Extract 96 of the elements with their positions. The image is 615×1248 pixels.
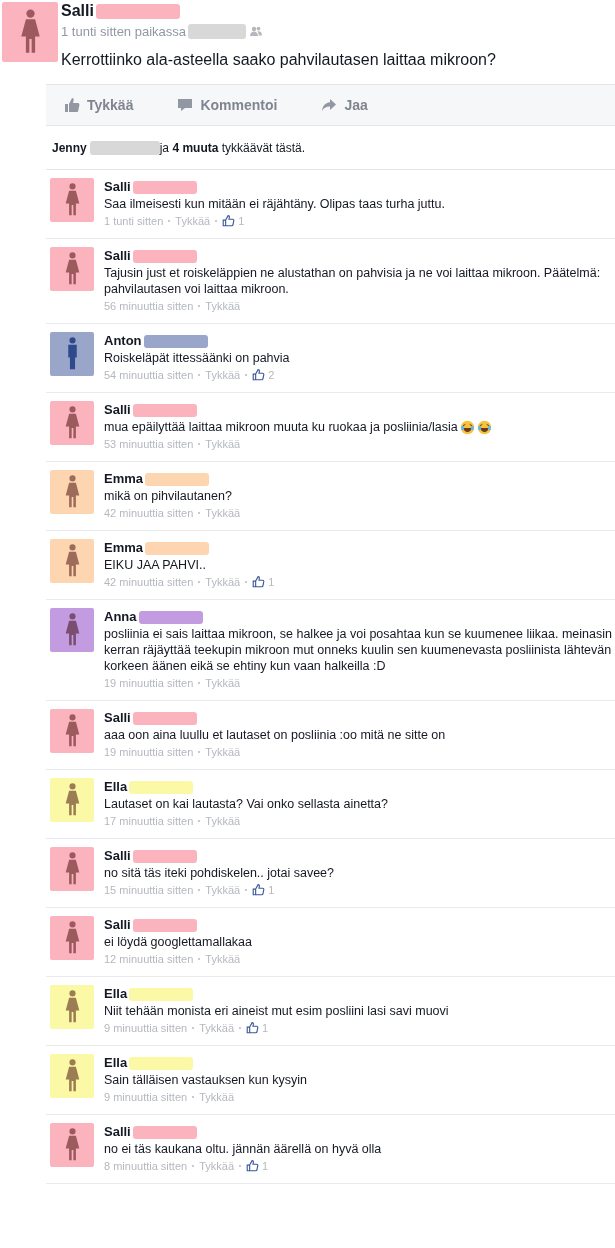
like-count: 1 <box>268 574 275 590</box>
thumbs-up-icon <box>222 214 236 227</box>
thumbs-up-icon <box>252 368 266 381</box>
like-link[interactable]: Tykkää <box>199 1157 234 1174</box>
like-count: 1 <box>262 1158 269 1174</box>
comment-text: aaa oon aina luullu et lautaset on posliinia :oo mitä ne sitte on <box>104 727 446 743</box>
likes-summary: ja 4 muuta tykkäävät tästä. <box>159 140 306 155</box>
comment-time: 15 minuuttia sitten <box>104 882 194 898</box>
thumbs-up-icon <box>252 575 266 588</box>
author-name[interactable]: Anna <box>104 609 137 625</box>
speech-bubble-icon <box>177 97 194 113</box>
comment-text: Niit tehään monista eri aineist mut esim posliini lasi savi muovi <box>104 1003 449 1019</box>
comment-time: 56 minuuttia sitten <box>104 298 194 314</box>
action-button[interactable]: Tykkää <box>64 97 134 113</box>
person-icon <box>63 475 81 509</box>
person-icon <box>63 852 81 886</box>
like-link[interactable]: Tykkää <box>205 950 241 967</box>
author-name[interactable]: Ella <box>104 986 128 1002</box>
thumbs-up-icon <box>64 97 80 113</box>
share-arrow-icon <box>321 97 338 113</box>
action-button[interactable]: Kommentoi <box>177 97 278 113</box>
person-icon <box>63 990 81 1024</box>
author-name[interactable]: Emma <box>104 540 144 556</box>
like-link[interactable]: Tykkää <box>175 212 211 229</box>
person-icon <box>63 613 81 647</box>
comment-text: no ei täs kaukana oltu. jännän äärellä on hyvä olla <box>104 1141 382 1157</box>
author-name[interactable]: Salli <box>104 710 131 726</box>
comment-time: 9 minuuttia sitten <box>104 1089 188 1105</box>
comment-text: Tajusin just et roiskeläppien ne alustathan on pahvisia ja ne voi laittaa mikroon. Päätelmä: pahvilautasen voi laittaa mikroon. <box>104 265 602 297</box>
person-icon <box>63 921 81 955</box>
comment-time: 8 minuuttia sitten <box>104 1158 188 1174</box>
comment-time: 54 minuuttia sitten <box>104 367 194 383</box>
author-name[interactable]: Salli <box>104 402 131 418</box>
post-text: Kerrottiinko ala-asteella saako pahvilautasen laittaa mikroon? <box>61 51 496 69</box>
like-link[interactable]: Tykkää <box>205 812 241 829</box>
author-name[interactable]: Emma <box>104 471 144 487</box>
like-link[interactable]: Tykkää <box>205 674 241 691</box>
comment-text: Roiskeläpät ittessäänki on pahvia <box>104 350 290 366</box>
author-name[interactable]: Ella <box>104 1055 128 1071</box>
like-count: 1 <box>268 882 275 898</box>
person-icon <box>63 1128 81 1162</box>
like-link[interactable]: Tykkää <box>205 435 241 452</box>
friends-icon <box>250 26 263 36</box>
like-count: 1 <box>262 1020 269 1036</box>
person-icon <box>63 252 81 286</box>
author-name[interactable]: Salli <box>104 179 131 195</box>
comment-time: 42 minuuttia sitten <box>104 505 194 521</box>
like-count: 2 <box>268 367 275 383</box>
person-icon <box>18 9 42 55</box>
comment-time: 9 minuuttia sitten <box>104 1020 188 1036</box>
author-name[interactable]: Salli <box>104 917 131 933</box>
comment-time: 1 tunti sitten <box>104 213 164 229</box>
author-name[interactable]: Anton <box>104 333 142 349</box>
comment-time: 12 minuuttia sitten <box>104 951 194 967</box>
person-icon <box>63 714 81 748</box>
person-icon <box>63 1059 81 1093</box>
like-link[interactable]: Tykkää <box>205 881 241 898</box>
post-time: 1 tunti sitten paikassa <box>61 23 187 39</box>
liker-name[interactable]: Jenny <box>52 140 87 155</box>
comment-text: mikä on pihvilautanen? <box>104 488 232 504</box>
comment-text: ei löydä googlettamallakaa <box>104 934 253 950</box>
comment-time: 53 minuuttia sitten <box>104 436 194 452</box>
author-name[interactable]: Salli <box>61 2 94 20</box>
thumbs-up-icon <box>246 1159 259 1172</box>
like-link[interactable]: Tykkää <box>199 1088 234 1105</box>
comment-time: 42 minuuttia sitten <box>104 574 194 590</box>
author-name[interactable]: Salli <box>104 848 131 864</box>
laughing-emoji-icon <box>476 419 492 435</box>
thumbs-up-icon <box>252 883 266 896</box>
like-link[interactable]: Tykkää <box>205 504 241 521</box>
like-link[interactable]: Tykkää <box>199 1019 234 1036</box>
like-link[interactable]: Tykkää <box>205 366 241 383</box>
like-link[interactable]: Tykkää <box>205 743 241 760</box>
like-link[interactable]: Tykkää <box>205 297 241 314</box>
comment-text: mua epäilyttää laittaa mikroon muuta ku ruokaa ja posliinia/lasia <box>104 419 458 435</box>
author-name[interactable]: Salli <box>104 248 131 264</box>
comment-text: Sain tälläisen vastauksen kun kysyin <box>104 1072 307 1088</box>
action-button[interactable]: Jaa <box>321 97 368 113</box>
comment-text: posliinia ei sais laittaa mikroon, se halkee ja voi posahtaa kun se kuumenee liikaa. meinasin kerran räjäyttää teekupin mikroon mut onneks kuulin sen kuumenevasta posliinista lähtevän korkeen äänen eikä se ehtiny kun vaan halkeilla :D <box>104 626 613 674</box>
comment-text: Saa ilmeisesti kun mitään ei räjähtäny. Olipas taas turha juttu. <box>104 196 445 212</box>
person-icon <box>63 183 81 217</box>
person-icon <box>63 783 81 817</box>
person-icon <box>63 406 81 440</box>
comment-time: 17 minuuttia sitten <box>104 813 194 829</box>
comment-time: 19 minuuttia sitten <box>104 744 194 760</box>
author-name[interactable]: Ella <box>104 779 128 795</box>
comment-text: no sitä täs iteki pohdiskelen.. jotai savee? <box>104 865 334 881</box>
thumbs-up-icon <box>246 1021 259 1034</box>
laughing-emoji-icon <box>459 419 475 435</box>
author-name[interactable]: Salli <box>104 1124 131 1140</box>
like-link[interactable]: Tykkää <box>205 573 241 590</box>
comment-time: 19 minuuttia sitten <box>104 675 194 691</box>
comment-text: EIKU JAA PAHVI.. <box>104 557 206 573</box>
person-icon <box>63 544 81 578</box>
comment-text: Lautaset on kai lautasta? Vai onko sellasta ainetta? <box>104 796 388 812</box>
like-count: 1 <box>238 213 245 229</box>
